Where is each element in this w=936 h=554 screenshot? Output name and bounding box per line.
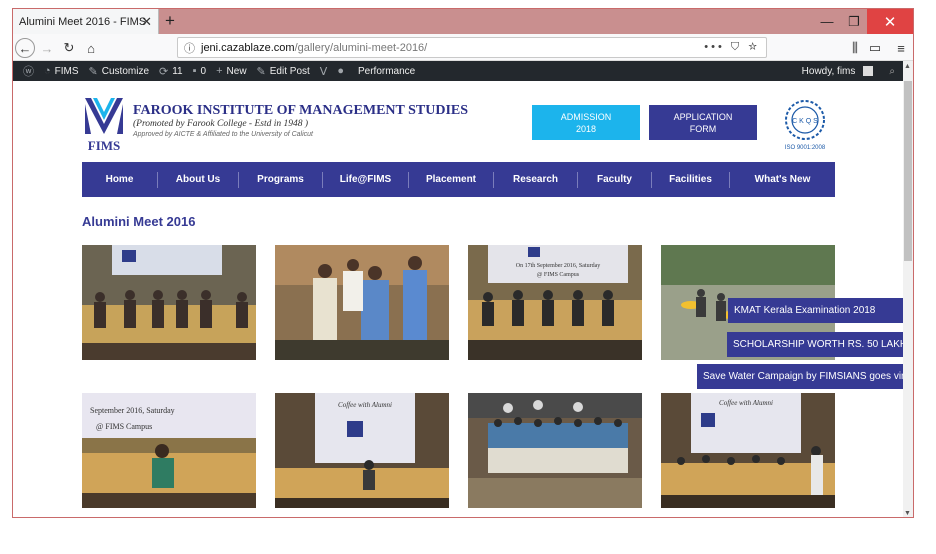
nav-facilities[interactable]: Facilities xyxy=(652,171,730,188)
pencil-icon: ✎ xyxy=(256,65,266,78)
comment-icon: ▪ xyxy=(192,65,197,77)
main-nav: Home About Us Programs Life@FIMS Placeme… xyxy=(82,162,835,197)
updates-link[interactable]: ⟳ 11 xyxy=(159,65,183,78)
window-close-button[interactable]: ✕ xyxy=(867,9,913,34)
gallery-photo[interactable] xyxy=(468,393,642,508)
forward-arrow-icon[interactable]: → xyxy=(37,38,57,58)
nav-programs[interactable]: Programs xyxy=(239,171,323,188)
info-icon[interactable]: ⓘ xyxy=(184,40,195,56)
updates-icon: ⟳ xyxy=(159,65,169,78)
page-content: FIMS FAROOK INSTITUTE OF MANAGEMENT STUD… xyxy=(13,81,903,517)
news-item[interactable]: Save Water Campaign by FIMSIANS goes vir… xyxy=(697,364,903,389)
sidebar-icon[interactable]: ▭ xyxy=(865,38,885,58)
customize-link[interactable]: ✎ Customize xyxy=(89,65,149,78)
svg-text:Coffee with Alumni: Coffee with Alumni xyxy=(338,401,392,409)
menu-icon[interactable]: ≡ xyxy=(891,38,911,58)
gallery-photo[interactable] xyxy=(275,245,449,360)
performance-link[interactable]: Performance xyxy=(358,66,415,77)
gallery-photo[interactable]: September 2016, Saturday @ FIMS Campus xyxy=(82,393,256,508)
page-title: Alumini Meet 2016 xyxy=(82,214,196,229)
dashboard-icon: ◔ xyxy=(44,65,51,77)
institute-approval: Approved by AICTE & Affiliated to the Un… xyxy=(133,131,314,138)
logo-text: FIMS xyxy=(88,138,121,152)
nav-placement[interactable]: Placement xyxy=(409,171,494,188)
maximize-button[interactable]: ❐ xyxy=(837,9,871,34)
gallery-photo[interactable]: Coffee with Alumni xyxy=(275,393,449,508)
library-icon[interactable]: ⫼ xyxy=(845,38,865,58)
active-tab[interactable]: Alumini Meet 2016 - FIMS ✕ xyxy=(13,9,159,34)
url-bar[interactable]: ⓘ jeni.cazablaze.com /gallery/alumini-me… xyxy=(177,37,767,58)
nav-home[interactable]: Home xyxy=(82,171,158,188)
iso-badge: C K Q S ISO 9001:2008 xyxy=(781,99,829,151)
scroll-down-icon[interactable]: ▼ xyxy=(904,510,911,517)
iso-letters: C K Q S xyxy=(792,118,818,125)
url-domain: jeni.cazablaze.com xyxy=(201,41,295,54)
scroll-thumb[interactable] xyxy=(904,81,912,261)
brush-icon: ✎ xyxy=(88,65,98,78)
institute-subtitle: (Promoted by Farook College - Estd in 19… xyxy=(133,119,309,129)
reload-icon[interactable]: ↻ xyxy=(59,38,79,58)
wordpress-logo-icon[interactable]: ⓦ xyxy=(23,63,34,79)
nav-whats-new[interactable]: What's New xyxy=(730,172,835,188)
iso-text: ISO 9001:2008 xyxy=(785,145,826,151)
scroll-up-icon[interactable]: ▲ xyxy=(904,63,911,70)
nav-life-at-fims[interactable]: Life@FIMS xyxy=(323,171,409,188)
seo-icon[interactable]: Ⅴ xyxy=(320,65,328,78)
nav-research[interactable]: Research xyxy=(494,171,578,188)
news-item[interactable]: KMAT Kerala Examination 2018 xyxy=(728,298,903,323)
svg-text:Coffee with Alumni: Coffee with Alumni xyxy=(719,399,773,407)
search-icon[interactable]: ⌕ xyxy=(889,66,895,77)
tab-title: Alumini Meet 2016 - FIMS xyxy=(19,15,147,28)
browser-toolbar: ← → ↻ ⌂ ⓘ jeni.cazablaze.com /gallery/al… xyxy=(13,34,913,61)
application-form-button[interactable]: APPLICATION FORM xyxy=(649,105,757,140)
gallery-photo[interactable]: Coffee with Alumni xyxy=(661,393,835,508)
nav-about-us[interactable]: About Us xyxy=(158,171,239,188)
admission-button[interactable]: ADMISSION 2018 xyxy=(532,105,640,140)
page-scrollbar[interactable]: ▲ ▼ xyxy=(903,61,913,517)
status-dot-icon[interactable]: ● xyxy=(337,65,344,77)
home-icon[interactable]: ⌂ xyxy=(81,38,101,58)
news-item[interactable]: SCHOLARSHIP WORTH RS. 50 LAKHS xyxy=(727,332,903,357)
svg-text:@ FIMS Campus: @ FIMS Campus xyxy=(537,272,580,278)
url-actions[interactable]: ••• ⛉ ☆ xyxy=(704,41,760,54)
howdy-user[interactable]: Howdy, fims xyxy=(802,66,856,77)
comments-link[interactable]: ▪ 0 xyxy=(193,65,206,77)
site-link[interactable]: ◔ FIMS xyxy=(44,65,79,77)
url-path: /gallery/alumini-meet-2016/ xyxy=(294,41,428,54)
svg-text:@ FIMS Campus: @ FIMS Campus xyxy=(96,422,152,431)
edit-post-link[interactable]: ✎ Edit Post xyxy=(257,65,310,78)
nav-faculty[interactable]: Faculty xyxy=(578,171,652,188)
avatar[interactable] xyxy=(863,66,874,76)
fims-logo[interactable]: FIMS xyxy=(83,96,125,153)
tab-close-icon[interactable]: ✕ xyxy=(141,14,152,30)
new-tab-button[interactable]: + xyxy=(165,11,175,31)
new-link[interactable]: + New xyxy=(216,65,246,77)
back-arrow-icon[interactable]: ← xyxy=(15,38,35,58)
tab-bar: Alumini Meet 2016 - FIMS ✕ + — ❐ ✕ xyxy=(13,9,913,34)
plus-icon: + xyxy=(216,65,223,77)
svg-text:On 17th September 2016, Saturd: On 17th September 2016, Saturday xyxy=(516,263,601,269)
institute-name: FAROOK INSTITUTE OF MANAGEMENT STUDIES xyxy=(133,103,469,118)
wp-admin-bar: ⓦ ◔ FIMS ✎ Customize ⟳ 11 ▪ 0 + New ✎ Edit Pos… xyxy=(13,61,903,81)
svg-text:September 2016, Saturday: September 2016, Saturday xyxy=(90,406,175,415)
gallery-photo[interactable]: On 17th September 2016, Saturday @ FIMS … xyxy=(468,245,642,360)
browser-window: Alumini Meet 2016 - FIMS ✕ + — ❐ ✕ ← → ↻… xyxy=(12,8,914,518)
gallery-photo[interactable] xyxy=(82,245,256,360)
